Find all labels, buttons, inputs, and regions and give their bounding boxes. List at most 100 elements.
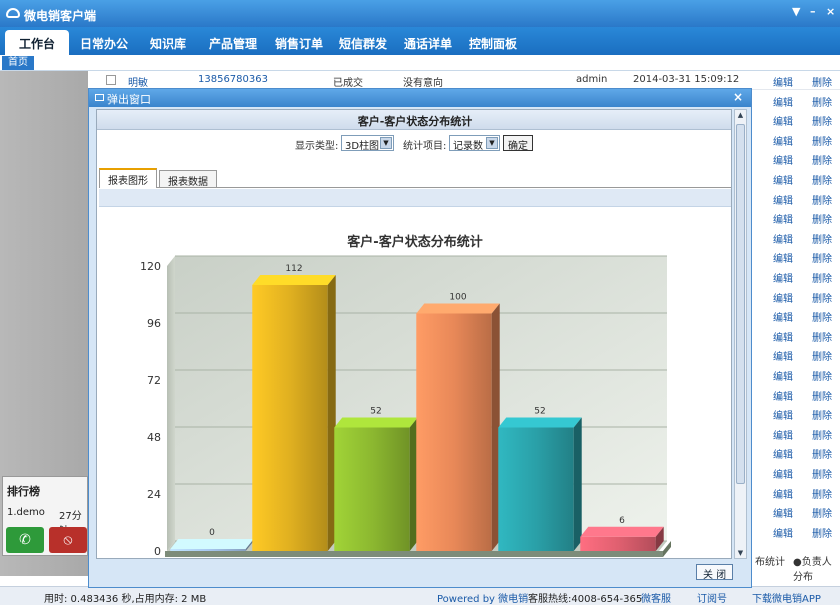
bar-side-4 — [573, 417, 582, 551]
edit-link[interactable]: 编辑 — [773, 446, 793, 461]
edit-link[interactable]: 编辑 — [773, 250, 793, 265]
edit-link[interactable]: 编辑 — [773, 388, 793, 403]
delete-link[interactable]: 删除 — [812, 211, 832, 226]
minimize-button[interactable]: – — [810, 5, 816, 18]
wechat-service-link[interactable]: 微客服 — [641, 590, 671, 605]
row-name[interactable]: 明敏 — [128, 74, 148, 89]
edit-link[interactable]: 编辑 — [773, 348, 793, 363]
edit-link[interactable]: 编辑 — [773, 486, 793, 501]
delete-link[interactable]: 删除 — [812, 231, 832, 246]
delete-link[interactable]: 删除 — [812, 525, 832, 540]
edit-link[interactable]: 编辑 — [773, 309, 793, 324]
stat-item-select[interactable]: 记录数 ▼ — [449, 135, 500, 152]
tab-data[interactable]: 报表数据 — [159, 170, 217, 188]
stat-item-label: 统计项目: — [403, 141, 447, 152]
delete-link[interactable]: 删除 — [812, 133, 832, 148]
edit-link[interactable]: 编辑 — [773, 290, 793, 305]
edit-link[interactable]: 编辑 — [773, 466, 793, 481]
scroll-up-icon[interactable]: ▲ — [736, 111, 745, 119]
delete-link[interactable]: 删除 — [812, 113, 832, 128]
row-time: 2014-03-31 15:09:12 — [633, 74, 740, 85]
leaderboard-panel: 排行榜 1.demo 27分钟 ✆ ⦸ — [2, 476, 88, 556]
popup-close-button[interactable]: 关 闭 — [696, 564, 734, 581]
edit-link[interactable]: 编辑 — [773, 94, 793, 109]
delete-link[interactable]: 删除 — [812, 388, 832, 403]
hang-up-button[interactable]: ⦸ — [49, 527, 87, 553]
delete-link[interactable]: 删除 — [812, 446, 832, 461]
row-phone[interactable]: 13856780363 — [198, 74, 268, 85]
nav-tab-daily-office[interactable]: 日常办公 — [80, 35, 128, 52]
download-app-link[interactable]: 下载微电销APP — [752, 590, 821, 605]
phone-call-button[interactable]: ✆ — [6, 527, 44, 553]
nav-tab-sms[interactable]: 短信群发 — [339, 35, 387, 52]
edit-link[interactable]: 编辑 — [773, 407, 793, 422]
delete-link[interactable]: 删除 — [812, 486, 832, 501]
edit-link[interactable]: 编辑 — [773, 525, 793, 540]
tab-chart[interactable]: 报表图形 — [99, 168, 157, 188]
edit-link[interactable]: 编辑 — [773, 329, 793, 344]
row-checkbox[interactable] — [106, 75, 116, 85]
y-tick-label-4: 96 — [147, 317, 161, 330]
edit-link[interactable]: 编辑 — [773, 113, 793, 128]
edit-link[interactable]: 编辑 — [773, 368, 793, 383]
subscription-link[interactable]: 订阅号 — [697, 590, 727, 605]
delete-link[interactable]: 删除 — [812, 270, 832, 285]
close-window-button[interactable]: × — [826, 5, 835, 18]
edit-link[interactable]: 编辑 — [773, 74, 793, 89]
edit-link[interactable]: 编辑 — [773, 133, 793, 148]
delete-link[interactable]: 删除 — [812, 192, 832, 207]
window-icon — [95, 94, 104, 101]
popup-close-icon[interactable]: × — [733, 90, 743, 104]
y-tick-label-1: 24 — [147, 488, 161, 501]
chart-base — [165, 551, 663, 557]
scrollbar-thumb[interactable] — [736, 124, 745, 484]
popup-title-bar[interactable]: 弹出窗口 × — [89, 89, 751, 107]
delete-link[interactable]: 删除 — [812, 309, 832, 324]
bar-top-0 — [170, 539, 254, 549]
delete-link[interactable]: 删除 — [812, 466, 832, 481]
delete-link[interactable]: 删除 — [812, 172, 832, 187]
edit-link[interactable]: 编辑 — [773, 270, 793, 285]
confirm-button[interactable]: 确定 — [503, 135, 533, 152]
delete-link[interactable]: 删除 — [812, 505, 832, 520]
edit-link[interactable]: 编辑 — [773, 231, 793, 246]
nav-tab-control-panel[interactable]: 控制面板 — [469, 35, 517, 52]
nav-tab-products[interactable]: 产品管理 — [209, 35, 257, 52]
delete-link[interactable]: 删除 — [812, 427, 832, 442]
delete-link[interactable]: 删除 — [812, 348, 832, 363]
breadcrumb-home[interactable]: 首页 — [2, 56, 34, 70]
delete-link[interactable]: 删除 — [812, 329, 832, 344]
delete-link[interactable]: 删除 — [812, 94, 832, 109]
edit-link[interactable]: 编辑 — [773, 172, 793, 187]
edit-link[interactable]: 编辑 — [773, 152, 793, 167]
edit-link[interactable]: 编辑 — [773, 427, 793, 442]
row-status: 已成交 — [333, 78, 363, 89]
scroll-down-icon[interactable]: ▼ — [736, 549, 745, 557]
bar-1 — [252, 285, 328, 551]
popup-title: 弹出窗口 — [107, 93, 151, 106]
nav-tab-call-log[interactable]: 通话详单 — [404, 35, 452, 52]
stat-link-distribution[interactable]: 布统计 — [755, 553, 785, 568]
delete-link[interactable]: 删除 — [812, 74, 832, 89]
bar-0 — [170, 549, 246, 551]
nav-tab-orders[interactable]: 销售订单 — [275, 35, 323, 52]
delete-link[interactable]: 删除 — [812, 250, 832, 265]
bar-top-2 — [334, 417, 418, 428]
delete-link[interactable]: 删除 — [812, 152, 832, 167]
delete-link[interactable]: 删除 — [812, 368, 832, 383]
refresh-icon[interactable]: ⟳ — [58, 30, 67, 43]
menu-dropdown-button[interactable]: ▼ — [792, 5, 800, 18]
report-tabs: 报表图形 报表数据 — [99, 168, 731, 188]
display-type-select[interactable]: 3D柱图 ▼ — [341, 135, 394, 152]
edit-link[interactable]: 编辑 — [773, 192, 793, 207]
display-type-value: 3D柱图 — [345, 141, 380, 152]
delete-link[interactable]: 删除 — [812, 407, 832, 422]
chart-side-wall — [167, 256, 175, 551]
delete-link[interactable]: 删除 — [812, 290, 832, 305]
vertical-scrollbar[interactable]: ▲ ▼ — [734, 109, 747, 559]
edit-link[interactable]: 编辑 — [773, 505, 793, 520]
data-label-3: 100 — [449, 293, 466, 303]
nav-tab-knowledge[interactable]: 知识库 — [150, 35, 186, 52]
edit-link[interactable]: 编辑 — [773, 211, 793, 226]
stat-link-owner[interactable]: ●负责人分布 — [793, 553, 840, 583]
